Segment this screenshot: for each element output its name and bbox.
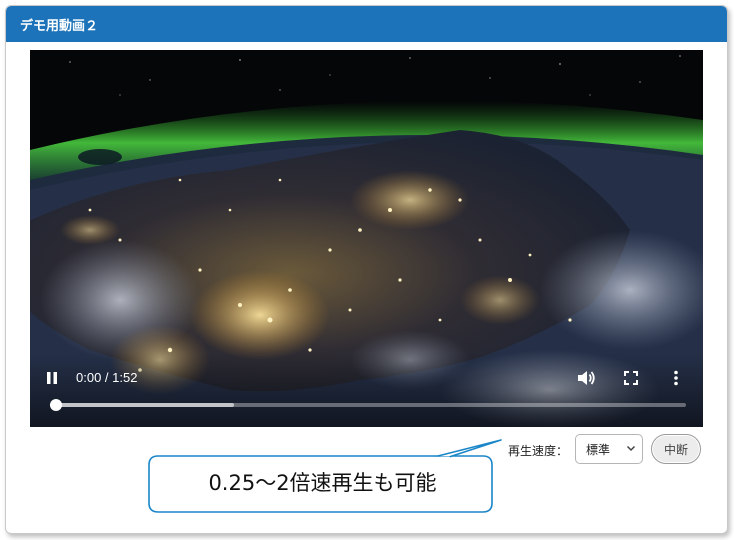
- callout: 0.25〜2倍速再生も可能: [148, 439, 502, 513]
- progress-bar[interactable]: [50, 399, 686, 411]
- stop-button[interactable]: 中断: [651, 434, 701, 464]
- controls-shade: [30, 352, 703, 427]
- callout-text: 0.25〜2倍速再生も可能: [208, 471, 437, 495]
- panel-header: デモ用動画２: [6, 6, 727, 42]
- more-options-button[interactable]: [671, 368, 681, 388]
- fullscreen-button[interactable]: [622, 369, 640, 387]
- pause-button[interactable]: [44, 368, 60, 388]
- more-vert-icon: [674, 370, 678, 386]
- speed-select[interactable]: 標準: [575, 434, 643, 464]
- progress-thumb[interactable]: [50, 399, 62, 411]
- volume-icon: [578, 371, 595, 385]
- speed-select-value: 標準: [586, 442, 611, 457]
- volume-button[interactable]: [575, 368, 597, 388]
- panel-title: デモ用動画２: [20, 18, 99, 34]
- time-display: 0:00 / 1:52: [76, 370, 138, 385]
- progress-buffer: [50, 403, 235, 407]
- stop-button-label: 中断: [663, 442, 688, 457]
- speed-label: 再生速度：: [508, 444, 569, 458]
- video-player[interactable]: 0:00 / 1:52: [30, 50, 703, 427]
- chevron-down-icon: [626, 445, 636, 452]
- fullscreen-icon: [624, 371, 638, 385]
- pause-icon: [47, 372, 57, 384]
